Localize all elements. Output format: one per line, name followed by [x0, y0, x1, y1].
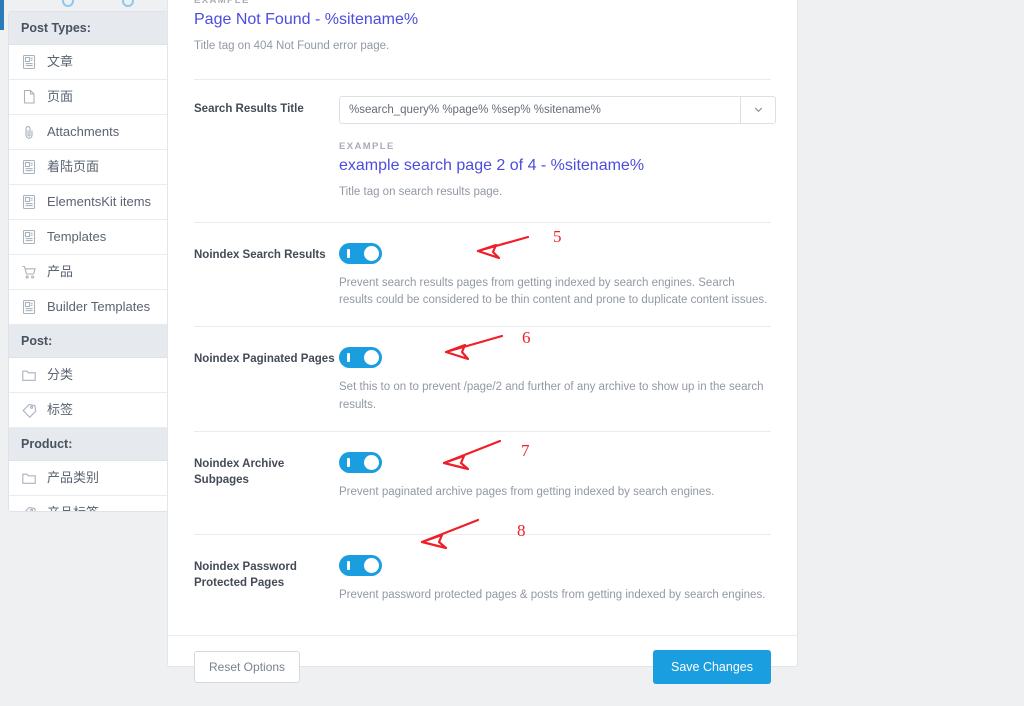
- sidebar-item-wenzhang[interactable]: 文章: [9, 45, 167, 80]
- folder-icon: [21, 470, 37, 486]
- chevron-down-icon[interactable]: [740, 96, 775, 123]
- noindex-search-results-label: Noindex Search Results: [194, 248, 326, 261]
- sidebar-group-heading-product: Product:: [9, 428, 167, 461]
- help-text-noindex-search-results: Prevent search results pages from gettin…: [339, 276, 768, 307]
- example-title-search: example search page 2 of 4 - %sitename%: [339, 156, 645, 174]
- noindex-password-protected-pages-toggle[interactable]: [339, 554, 382, 576]
- sidebar-item-label: 标签: [47, 402, 74, 418]
- not-found-example-block: EXAMPLE Page Not Found - %sitename% Titl…: [168, 0, 797, 56]
- search-results-title-input-wrap: [339, 95, 776, 124]
- sidebar-item-biaoqian[interactable]: 标签: [9, 393, 167, 428]
- post-icon: [21, 159, 37, 175]
- sidebar-item-chanpin[interactable]: 产品: [9, 255, 167, 290]
- partial-circle-icon-1: [62, 0, 74, 7]
- card-footer: Reset Options Save Changes: [168, 634, 797, 698]
- sidebar-item-label: 文章: [47, 54, 74, 70]
- toggle-bar: [347, 353, 350, 363]
- sidebar-item-label: 分类: [47, 367, 74, 383]
- help-text-not-found: Title tag on 404 Not Found error page.: [194, 40, 390, 52]
- help-text-search-results: Title tag on search results page.: [339, 185, 503, 198]
- sidebar-item-label: Templates: [47, 229, 107, 245]
- noindex-paginated-pages-label: Noindex Paginated Pages: [194, 353, 335, 366]
- sidebar-item-label: 产品类别: [47, 470, 100, 486]
- toggle-bar: [347, 457, 350, 467]
- partial-top-icons: [60, 0, 150, 9]
- tag-icon: [21, 505, 37, 511]
- search-results-title-label: Search Results Title: [194, 102, 304, 115]
- help-text-noindex-paginated-pages: Set this to on to prevent /page/2 and fu…: [339, 381, 764, 412]
- toggle-bar: [347, 560, 350, 570]
- sidebar-item-elementskit-items[interactable]: ElementsKit items: [9, 185, 167, 220]
- partial-circle-icon-2: [122, 0, 134, 7]
- toggle-knob: [364, 350, 379, 366]
- noindex-search-results-toggle[interactable]: [339, 242, 382, 264]
- post-icon: [21, 54, 37, 70]
- help-text-noindex-archive-subpages: Prevent paginated archive pages from get…: [339, 485, 715, 498]
- left-accent-strip: [0, 0, 4, 30]
- save-changes-button[interactable]: Save Changes: [652, 649, 771, 684]
- noindex-search-results-row: Noindex Search Results Prevent search re…: [168, 223, 797, 327]
- tag-icon: [21, 402, 37, 418]
- sidebar-item-zhuoluyemian[interactable]: 着陆页面: [9, 150, 167, 185]
- sidebar-item-templates[interactable]: Templates: [9, 220, 167, 255]
- toggle-knob: [364, 245, 379, 261]
- help-text-noindex-password-protected-pages: Prevent password protected pages & posts…: [339, 588, 766, 601]
- settings-card: EXAMPLE Page Not Found - %sitename% Titl…: [167, 0, 798, 684]
- sidebar-item-builder-templates[interactable]: Builder Templates: [9, 290, 167, 325]
- example-label: EXAMPLE: [194, 0, 250, 6]
- post-icon: [21, 194, 37, 210]
- noindex-password-protected-pages-row: Noindex Password Protected Pages Prevent…: [168, 535, 797, 621]
- reset-options-button[interactable]: Reset Options: [194, 650, 301, 683]
- noindex-archive-subpages-toggle[interactable]: [339, 451, 382, 473]
- sidebar-item-label: 产品标签: [47, 505, 99, 511]
- sidebar-item-label: Builder Templates: [47, 299, 151, 315]
- paperclip-icon: [21, 124, 37, 140]
- sidebar-item-chanpinleibie[interactable]: 产品类别: [9, 461, 167, 496]
- search-results-title-row: Search Results Title EXAMPLE example sea…: [168, 80, 797, 202]
- noindex-paginated-pages-toggle[interactable]: [339, 347, 382, 369]
- example-title-not-found: Page Not Found - %sitename%: [194, 11, 419, 28]
- toggle-bar: [347, 248, 350, 258]
- sidebar-item-yemian[interactable]: 页面: [9, 80, 167, 115]
- app-root: Post Types: 文章 页面 Attachments 着陆页面 Eleme…: [0, 0, 1024, 706]
- noindex-archive-subpages-label: Noindex Archive Subpages: [194, 457, 285, 486]
- sidebar: Post Types: 文章 页面 Attachments 着陆页面 Eleme…: [8, 11, 168, 512]
- noindex-paginated-pages-row: Noindex Paginated Pages Set this to on t…: [168, 327, 797, 431]
- post-icon: [21, 229, 37, 245]
- sidebar-item-label: ElementsKit items: [47, 194, 152, 210]
- sidebar-group-heading-post-types: Post Types:: [9, 12, 167, 45]
- sidebar-item-label: 产品: [47, 264, 74, 280]
- sidebar-item-attachments[interactable]: Attachments: [9, 115, 167, 150]
- example-label: EXAMPLE: [339, 140, 395, 152]
- sidebar-item-label: 页面: [47, 89, 74, 105]
- page-icon: [21, 89, 37, 105]
- sidebar-item-label: 着陆页面: [47, 159, 100, 175]
- toggle-knob: [364, 454, 379, 470]
- noindex-archive-subpages-row: Noindex Archive Subpages Prevent paginat…: [168, 432, 797, 518]
- folder-icon: [21, 367, 37, 383]
- sidebar-item-chanpinbiaoqian[interactable]: 产品标签: [9, 496, 167, 511]
- sidebar-item-label: Attachments: [47, 124, 120, 140]
- sidebar-item-fenlei[interactable]: 分类: [9, 358, 167, 393]
- cart-icon: [21, 264, 37, 280]
- post-icon: [21, 299, 37, 315]
- noindex-password-protected-pages-label: Noindex Password Protected Pages: [194, 560, 297, 589]
- sidebar-group-heading-post: Post:: [9, 325, 167, 358]
- search-results-title-input[interactable]: [340, 96, 740, 123]
- toggle-knob: [364, 557, 379, 573]
